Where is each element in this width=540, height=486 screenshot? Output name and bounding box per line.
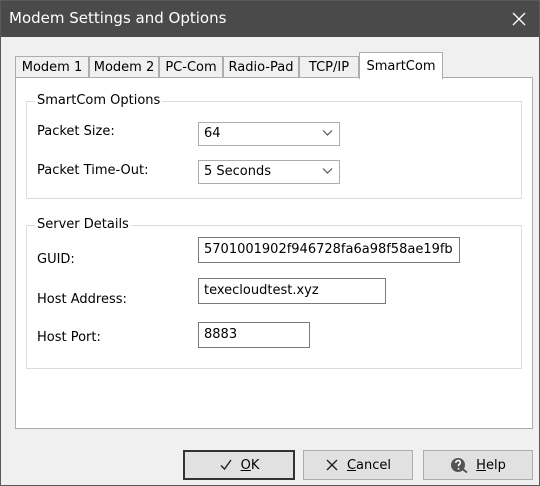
guid-label: GUID: (37, 252, 75, 267)
server-details-group: Server Details GUID: 5701001902f946728fa… (26, 217, 522, 369)
host-port-label: Host Port: (37, 330, 101, 345)
help-icon (450, 457, 468, 473)
tab-tcp-ip[interactable]: TCP/IP (299, 56, 359, 78)
help-label: Help (476, 457, 506, 473)
check-icon (219, 458, 233, 472)
tab-modem-2[interactable]: Modem 2 (89, 56, 159, 78)
tab-radio-pad[interactable]: Radio-Pad (223, 56, 299, 78)
close-button[interactable] (499, 1, 539, 37)
cancel-button[interactable]: Cancel (303, 450, 413, 480)
packet-size-value: 64 (204, 126, 221, 141)
packet-size-label: Packet Size: (37, 124, 115, 139)
guid-input[interactable]: 5701001902f946728fa6a98f58ae19fb (198, 237, 460, 263)
packet-timeout-select[interactable]: 5 Seconds (198, 160, 340, 184)
tab-label: Modem 2 (93, 60, 155, 75)
tab-label: Radio-Pad (228, 60, 294, 75)
x-icon (325, 458, 339, 472)
tab-modem-1[interactable]: Modem 1 (15, 56, 89, 78)
host-address-input[interactable]: texecloudtest.xyz (198, 278, 386, 304)
tab-label: Modem 1 (21, 60, 83, 75)
chevron-down-icon (322, 168, 333, 174)
chevron-down-icon (322, 130, 333, 136)
tab-pc-com[interactable]: PC-Com (159, 56, 223, 78)
tab-panel-smartcom: SmartCom Options Packet Size: 64 Packet … (15, 77, 533, 429)
tab-smartcom[interactable]: SmartCom (359, 52, 443, 79)
packet-timeout-value: 5 Seconds (204, 164, 272, 179)
tab-label: SmartCom (366, 58, 436, 74)
ok-label: OK (240, 457, 260, 473)
dialog-window: Modem Settings and Options Modem 1 Modem… (0, 0, 540, 486)
packet-timeout-label: Packet Time-Out: (37, 163, 149, 178)
tab-label: TCP/IP (308, 60, 350, 75)
ok-button[interactable]: OK (183, 450, 295, 480)
group-legend: SmartCom Options (35, 93, 163, 108)
host-port-input[interactable]: 8883 (198, 322, 310, 348)
help-button[interactable]: Help (423, 450, 533, 480)
title-bar[interactable]: Modem Settings and Options (1, 1, 539, 37)
smartcom-options-group: SmartCom Options Packet Size: 64 Packet … (26, 93, 522, 199)
close-icon (512, 12, 526, 26)
host-address-label: Host Address: (37, 292, 127, 307)
tab-label: PC-Com (165, 60, 217, 75)
group-legend: Server Details (35, 217, 131, 232)
packet-size-select[interactable]: 64 (198, 122, 340, 146)
cancel-label: Cancel (346, 457, 392, 473)
window-title: Modem Settings and Options (9, 9, 227, 27)
